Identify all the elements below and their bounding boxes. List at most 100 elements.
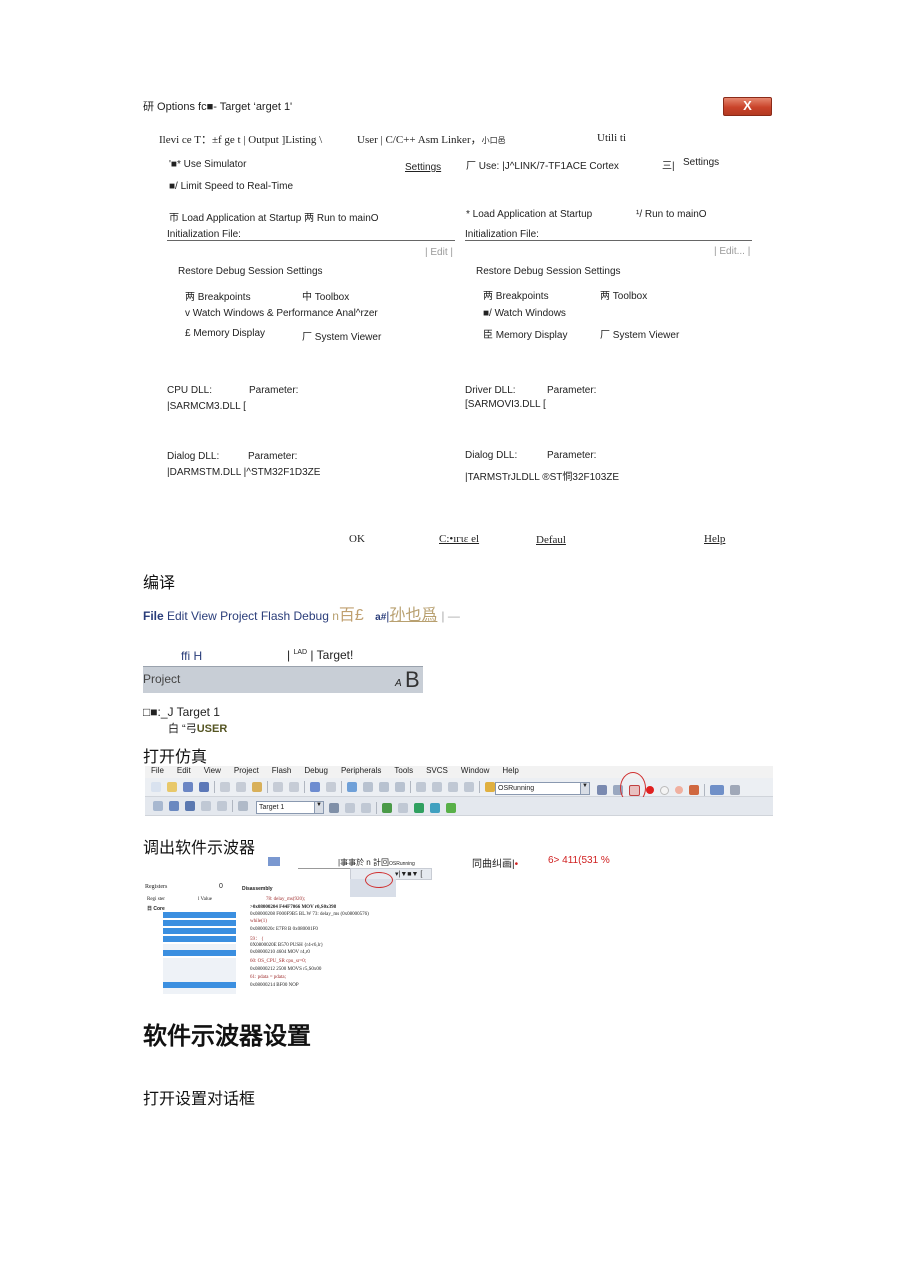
menu-project[interactable]: Project xyxy=(234,766,259,775)
translate-icon[interactable] xyxy=(153,801,163,811)
nav-forward-icon[interactable] xyxy=(326,782,336,792)
dialog-dll-field-right[interactable]: |TARMSTrJLDLL ®ST恫32F103ZE xyxy=(465,468,619,483)
download-icon[interactable] xyxy=(238,801,248,811)
save-icon[interactable] xyxy=(183,782,193,792)
compile-toolbar-left[interactable]: ffi H xyxy=(181,649,202,663)
target-options-icon[interactable] xyxy=(329,803,339,813)
edit-button-right[interactable]: | Edit... | xyxy=(714,246,750,257)
undo-icon[interactable] xyxy=(273,782,283,792)
register-row[interactable] xyxy=(163,920,236,926)
pin-icon[interactable]: A xyxy=(395,678,402,689)
combo-dropdown-icon[interactable]: ▼ xyxy=(580,782,590,795)
comment-icon[interactable] xyxy=(448,782,458,792)
watch-checkbox-left[interactable]: v Watch Windows & Performance Anal^rzer xyxy=(185,308,378,319)
open-file-icon[interactable] xyxy=(167,782,177,792)
dialog-tabs-2[interactable]: User | C/C++ Asm Linker，小口邑 xyxy=(357,131,506,147)
breakpoints-checkbox-right[interactable]: 两 Breakpoints xyxy=(483,287,549,302)
redo-icon[interactable] xyxy=(289,782,299,792)
edit-button-left[interactable]: | Edit | xyxy=(425,247,453,258)
rebuild-icon[interactable] xyxy=(185,801,195,811)
help-button[interactable]: Help xyxy=(704,533,725,545)
bookmark-next-icon[interactable] xyxy=(379,782,389,792)
memory-checkbox-right[interactable]: 臣 Memory Display xyxy=(483,326,567,341)
load-application-left[interactable]: 帀 Load Application at Startup 两 Run to m… xyxy=(169,209,379,224)
settings-button-left[interactable]: Settings xyxy=(405,162,441,173)
back-arrow-icon[interactable] xyxy=(268,857,280,866)
update-icon[interactable] xyxy=(430,803,440,813)
close-button[interactable]: X xyxy=(723,97,772,116)
menu-flash[interactable]: Flash xyxy=(272,766,292,775)
select-pack-icon[interactable] xyxy=(398,803,408,813)
breakpoint-icon[interactable] xyxy=(646,786,654,794)
load-application-right[interactable]: * Load Application at Startup xyxy=(466,209,592,220)
limit-speed-checkbox[interactable]: ■/ Limit Speed to Real-Time xyxy=(169,181,293,192)
uncomment-icon[interactable] xyxy=(464,782,474,792)
build-icon[interactable] xyxy=(169,801,179,811)
cancel-button[interactable]: C:•ıгιε el xyxy=(439,533,479,545)
register-row[interactable] xyxy=(163,936,236,942)
toolbox-checkbox-left[interactable]: 中 Toolbox xyxy=(302,288,349,303)
run-time-icon[interactable] xyxy=(446,803,456,813)
nav-back-icon[interactable] xyxy=(310,782,320,792)
ok-button[interactable]: OK xyxy=(349,533,365,545)
register-row[interactable] xyxy=(163,912,236,918)
target-dropdown-icon[interactable]: ▼ xyxy=(314,801,324,814)
use-simulator-radio[interactable]: '■* Use Simulator xyxy=(169,159,246,170)
bookmark-prev-icon[interactable] xyxy=(363,782,373,792)
load-icon[interactable] xyxy=(345,803,355,813)
indent-icon[interactable] xyxy=(416,782,426,792)
cut-icon[interactable] xyxy=(220,782,230,792)
menu-edit[interactable]: Edit xyxy=(177,766,191,775)
bookmark-clear-icon[interactable] xyxy=(395,782,405,792)
cpu-dll-field[interactable]: |SARMCM3.DLL [ xyxy=(167,401,246,412)
sim-find-combo[interactable]: OSRunning xyxy=(495,782,587,795)
paste-icon[interactable] xyxy=(252,782,262,792)
find-in-files-icon[interactable] xyxy=(485,782,495,792)
breakpoint-disabled-icon[interactable] xyxy=(660,786,669,795)
tab-utilities[interactable]: Utili ti xyxy=(597,132,626,144)
tree-target[interactable]: □■:_J Target 1 xyxy=(143,705,220,719)
menu-tools[interactable]: Tools xyxy=(394,766,413,775)
breakpoints-checkbox-left[interactable]: 两 Breakpoints xyxy=(185,288,251,303)
compile-toolbar-target[interactable]: | LAD | Target! xyxy=(287,648,353,662)
configure-icon[interactable] xyxy=(730,785,740,795)
use-jlink-radio[interactable]: 厂 Use: |J^LINK/7-TF1ACE Cortex xyxy=(466,157,619,172)
window-config-icon[interactable] xyxy=(710,785,724,795)
menu-peripherals[interactable]: Peripherals xyxy=(341,766,381,775)
batch-build-icon[interactable] xyxy=(201,801,211,811)
sysviewer-checkbox-left[interactable]: 厂 System Viewer xyxy=(302,328,381,343)
tree-user-group[interactable]: 白 “弓USER xyxy=(168,720,227,736)
close-panel-icon[interactable]: B xyxy=(405,667,420,693)
kill-breakpoints-icon[interactable] xyxy=(675,786,683,794)
settings-button-right[interactable]: Settings xyxy=(683,157,719,168)
save-all-icon[interactable] xyxy=(199,782,209,792)
pack-installer-icon[interactable] xyxy=(414,803,424,813)
stop-build-icon[interactable] xyxy=(217,801,227,811)
core-node[interactable]: 日 Core xyxy=(147,905,165,912)
unindent-icon[interactable] xyxy=(432,782,442,792)
find-icon[interactable] xyxy=(597,785,607,795)
bookmark-icon[interactable] xyxy=(347,782,357,792)
register-row[interactable] xyxy=(163,950,236,956)
menu-help[interactable]: Help xyxy=(502,766,518,775)
scope-toolbar-icons[interactable]: ▾|▼■▼ [ xyxy=(395,870,422,878)
dialog-dll-field-left[interactable]: |DARMSTM.DLL |^STM32F1D3ZE xyxy=(167,467,320,478)
sysviewer-checkbox-right[interactable]: 厂 System Viewer xyxy=(600,326,679,341)
menu-view[interactable]: View xyxy=(204,766,221,775)
copy-icon[interactable] xyxy=(236,782,246,792)
driver-dll-field[interactable]: [SARMOVI3.DLL [ xyxy=(465,399,546,410)
watch-checkbox-right[interactable]: ■/ Watch Windows xyxy=(483,308,566,319)
menu-file[interactable]: File xyxy=(151,766,164,775)
file-extensions-icon[interactable] xyxy=(361,803,371,813)
init-file-field-right[interactable] xyxy=(465,240,752,241)
menu-svcs[interactable]: SVCS xyxy=(426,766,448,775)
register-row[interactable] xyxy=(163,988,236,994)
new-file-icon[interactable] xyxy=(151,782,161,792)
register-row[interactable] xyxy=(163,928,236,934)
memory-checkbox-left[interactable]: £ Memory Display xyxy=(185,328,265,339)
menu-debug[interactable]: Debug xyxy=(304,766,328,775)
menu-window[interactable]: Window xyxy=(461,766,489,775)
init-file-field-left[interactable] xyxy=(167,240,455,241)
manage-components-icon[interactable] xyxy=(382,803,392,813)
dialog-tabs[interactable]: Ilevi ce T：±f ge t | Output ]Listing \ xyxy=(159,131,322,147)
